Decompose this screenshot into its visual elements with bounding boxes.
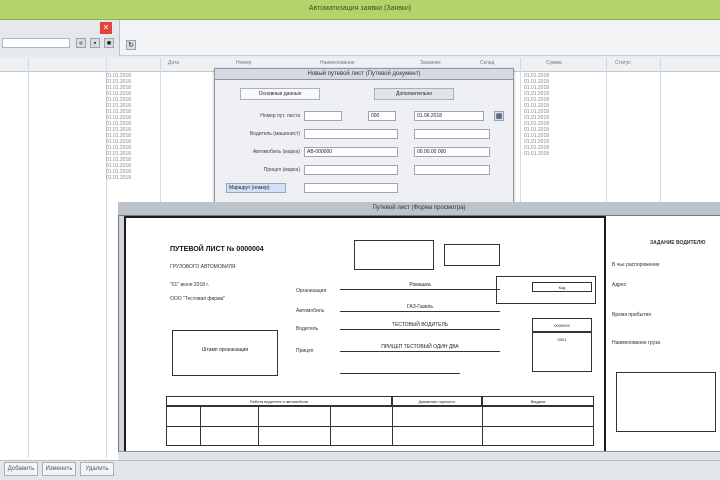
dialog-title: Новый путевой лист (Путевой документ)	[214, 68, 514, 80]
tab-additional[interactable]: Дополнительно	[374, 88, 454, 100]
doc-field-label: Прицеп	[296, 348, 314, 354]
right-doc-line: Адрес	[612, 282, 627, 288]
doc-field-label: Водитель	[296, 326, 319, 332]
header-cell[interactable]: Статус	[615, 60, 631, 66]
header-cell[interactable]: Наименование	[320, 60, 355, 66]
preview-title: Путевой лист (Форма просмотра)	[118, 202, 720, 216]
doc-org-stamp: Штамп организации	[172, 330, 278, 376]
doc-field-value: ТЕСТОВЫЙ ВОДИТЕЛЬ	[340, 322, 500, 330]
right-doc-table	[616, 372, 716, 432]
preview-scrollbar[interactable]	[118, 451, 720, 460]
filter-input[interactable]	[2, 38, 70, 48]
doc-code-cell: Код	[532, 282, 592, 292]
doc-title: ПУТЕВОЙ ЛИСТ № 0000004	[170, 246, 264, 253]
doc-org: ООО "Тестовая фирма"	[170, 296, 226, 302]
add-button[interactable]: Добавить	[4, 462, 38, 476]
waybill-series-input[interactable]: 000	[368, 111, 396, 121]
driver-extra-input[interactable]	[414, 129, 490, 139]
right-doc-line: Наименование груза	[612, 340, 661, 346]
vehicle-plate-input[interactable]: 00.00.00 000	[414, 147, 490, 157]
doc-subtitle: ГРУЗОВОГО АВТОМОБИЛЯ	[170, 264, 236, 270]
right-doc-line: В чье распоряжение	[612, 262, 660, 268]
doc-stamp-box-2	[444, 244, 500, 266]
table-row[interactable]: 01.01.2018	[106, 175, 160, 181]
doc-field-label: Организация	[296, 288, 327, 294]
doc-code-cell: 0001	[532, 332, 592, 372]
doc-field-value: ГАЗ-Газель	[340, 304, 500, 312]
doc-field-label: Автомобиль	[296, 308, 325, 314]
doc-date: "01" июня 2018 г.	[170, 282, 210, 288]
vehicle-input[interactable]: АВ-000000	[304, 147, 398, 157]
doc-table-line	[166, 426, 594, 427]
header-cell[interactable]: Номер	[236, 60, 251, 66]
delete-button[interactable]: Удалить	[80, 462, 114, 476]
date-column-left: 01.01.2018 01.01.2018 01.01.2018 01.01.2…	[106, 73, 160, 181]
field-label: Прицеп (марка)	[263, 167, 300, 173]
waybill-date-input[interactable]: 01.06.2018	[414, 111, 484, 121]
first-icon[interactable]: «	[76, 38, 86, 48]
right-doc-title: ЗАДАНИЕ ВОДИТЕЛЮ	[650, 240, 706, 246]
date-column-right: 01.01.2018 01.01.2018 01.01.2018 01.01.2…	[524, 73, 594, 157]
route-label-selected[interactable]: Маршрут (номер)	[226, 183, 286, 193]
doc-table-header: Работа водителя и автомобиля	[166, 396, 392, 406]
driver-input[interactable]	[304, 129, 398, 139]
doc-table-header: Движение горючего	[392, 396, 482, 406]
header-cell[interactable]: Склад	[480, 60, 494, 66]
trailer-extra-input[interactable]	[414, 165, 490, 175]
grid-column-divider	[28, 58, 29, 458]
header-cell[interactable]: Дата	[168, 60, 179, 66]
trailer-input[interactable]	[304, 165, 398, 175]
header-cell[interactable]: Заказчик	[420, 60, 441, 66]
close-icon[interactable]: ✕	[100, 22, 112, 34]
print-icon[interactable]: ▪	[90, 38, 100, 48]
table-row[interactable]: 01.01.2018	[524, 151, 594, 157]
field-label: Автомобиль (марка)	[252, 149, 300, 155]
doc-stamp-box-1	[354, 240, 434, 270]
edit-button[interactable]: Изменить	[42, 462, 76, 476]
field-label: Номер пут. листа	[260, 113, 300, 119]
header-cell[interactable]: Сумма	[546, 60, 562, 66]
route-input[interactable]	[304, 183, 398, 193]
tab-main[interactable]: Основные данные	[240, 88, 320, 100]
calendar-icon[interactable]: ▦	[494, 111, 504, 121]
save-icon[interactable]: ■	[104, 38, 114, 48]
window-title: Автоматизация заявки (Заявки)	[308, 5, 412, 12]
window-titlebar: Автоматизация заявки (Заявки)	[0, 0, 720, 20]
doc-table-header: Выдача	[482, 396, 594, 406]
field-label: Водитель (машинист)	[249, 131, 300, 137]
refresh-icon[interactable]: ↻	[126, 40, 136, 50]
doc-field-line	[340, 366, 460, 374]
doc-field-value: Ромашка	[340, 282, 500, 290]
waybill-number-input[interactable]	[304, 111, 342, 121]
right-doc-line: Время прибытия	[612, 312, 651, 318]
doc-code-cell: 0000004	[532, 318, 592, 332]
doc-field-value: ПРИЦЕП ТЕСТОВЫЙ ОДИН ДВА	[340, 344, 500, 352]
